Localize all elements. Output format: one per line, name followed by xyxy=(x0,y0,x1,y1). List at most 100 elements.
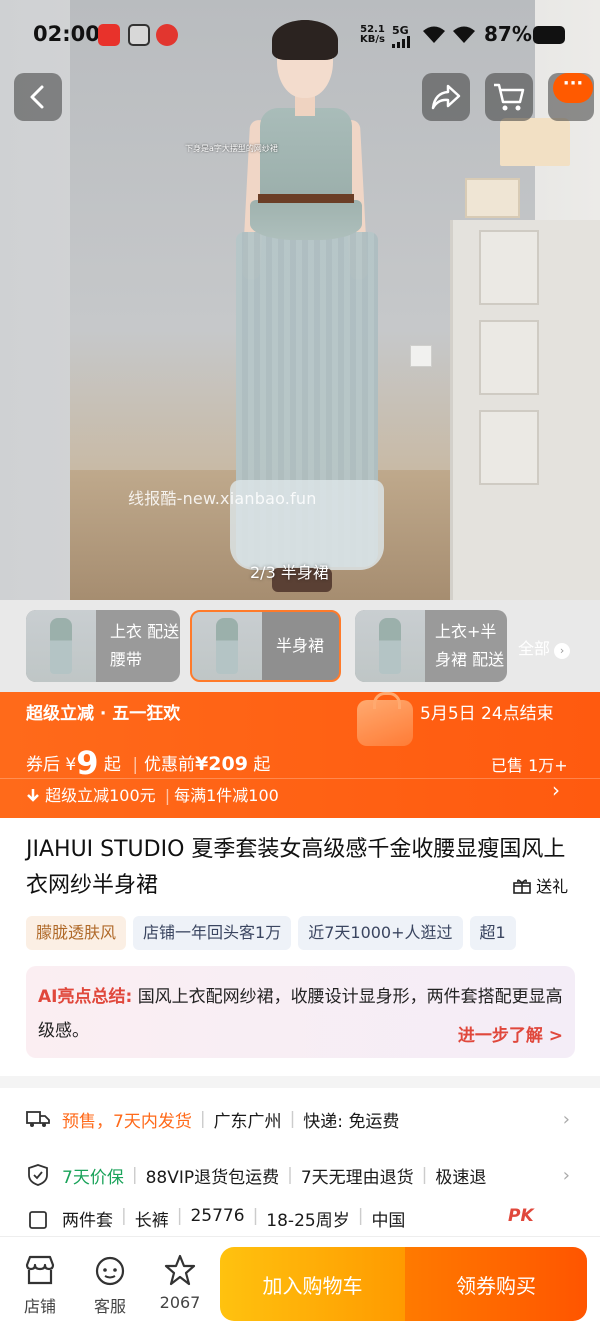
cart-icon xyxy=(494,83,525,111)
photo-caption: 下身是a字大摆型的网纱裙 xyxy=(185,144,278,153)
original-price-suffix: 起 xyxy=(253,755,271,775)
spec-row[interactable]: 两件套 | 长裤 | 25776 | 18-25周岁 | 中国 PK xyxy=(26,1206,600,1236)
variant-label-line: 腰带 xyxy=(110,650,143,669)
all-variants-label: 全部 xyxy=(518,639,551,658)
photo-drawer xyxy=(479,410,539,485)
variant-strip: 上衣 配送 腰带 半身裙 上衣+半 身裙 配送 xyxy=(0,600,600,692)
chevron-right-icon: › xyxy=(552,778,560,802)
shipping-label: 快递: xyxy=(303,1111,344,1132)
row-separator: | xyxy=(131,1165,138,1185)
variant-thumbnail xyxy=(192,612,262,680)
discount-divider: | xyxy=(164,786,171,805)
original-price-label: 优惠前 xyxy=(144,755,196,775)
presale-text: 预售，7天内发货 xyxy=(62,1111,192,1132)
gift-button[interactable]: 送礼 xyxy=(513,873,568,897)
model-belt xyxy=(258,194,354,203)
variant-thumbnail xyxy=(26,610,96,682)
photo-cabinet xyxy=(450,220,600,600)
photo-frame-picture xyxy=(465,178,520,218)
row-separator: | xyxy=(121,1206,127,1226)
product-page: 下身是a字大摆型的网纱裙 线报酷-new.xianbao.fun 2/3 半身裙… xyxy=(0,0,600,1333)
shipping-row[interactable]: 预售，7天内发货 | 广东广州 | 快递: 免运费 › xyxy=(26,1099,600,1139)
price-block: 券后 ¥9 起 | 优惠前¥209 起 xyxy=(26,744,270,782)
store-label: 店铺 xyxy=(23,1297,56,1316)
promo-event: 超级立减 · 五一狂欢 xyxy=(26,704,181,724)
chevron-right-icon: › xyxy=(554,643,571,659)
promo-divider xyxy=(0,778,600,779)
store-button[interactable]: 店铺 xyxy=(10,1247,70,1317)
buy-with-coupon-button[interactable]: 领券购买 xyxy=(405,1247,587,1321)
row-separator: | xyxy=(289,1109,296,1129)
spec-item: 两件套 xyxy=(62,1211,113,1231)
discount-line: 超级立减100元 | 每满1件减100 xyxy=(26,782,279,806)
favorite-button[interactable]: 2067 xyxy=(150,1247,210,1312)
chevron-right-icon: › xyxy=(562,1164,570,1186)
notification-app-icon xyxy=(128,24,150,46)
ai-summary-card[interactable]: AI亮点总结: 国风上衣配网纱裙，收腰设计显身形，两件套搭配更显高级感。 进一步… xyxy=(26,966,575,1058)
pk-badge[interactable]: PK xyxy=(508,1206,534,1226)
promo-banner[interactable]: 超级立减 · 五一狂欢 5月5日 24点结束 券后 ¥9 起 | 优惠前¥209 … xyxy=(0,692,600,818)
variant-option-skirt[interactable]: 半身裙 xyxy=(190,610,341,682)
status-bar: 02:00 52.1 KB/s 5G 87% xyxy=(0,0,600,70)
price-divider: | xyxy=(132,755,139,775)
row-separator: | xyxy=(421,1165,428,1185)
add-to-cart-button[interactable]: 加入购物车 xyxy=(220,1247,405,1321)
original-price: ¥209 xyxy=(195,753,248,775)
service-chat-icon xyxy=(95,1256,125,1286)
model-figure xyxy=(230,20,384,600)
spec-item: 中国 xyxy=(371,1211,406,1231)
bottom-action-bar: 店铺 客服 2067 加入购物车 领券购买 xyxy=(0,1236,600,1333)
spec-item: 25776 xyxy=(190,1206,245,1226)
sold-count: 已售 1万+ xyxy=(491,756,568,775)
battery-icon xyxy=(533,26,565,44)
tag-item[interactable]: 朦胧透肤风 xyxy=(26,916,127,950)
battery-percent: 87% xyxy=(484,22,532,46)
row-separator: | xyxy=(199,1109,206,1129)
arrow-down-icon xyxy=(27,789,39,802)
product-title: JIAHUI STUDIO 夏季套装女高级感千金收腰显瘦国风上衣网纱半身裙 xyxy=(26,837,566,898)
image-counter: 2/3 半身裙 xyxy=(250,563,329,582)
share-button[interactable] xyxy=(422,73,470,121)
more-icon[interactable]: ··· xyxy=(553,73,593,103)
guarantee-item: 极速退 xyxy=(435,1167,487,1188)
variant-label: 半身裙 xyxy=(262,632,324,660)
back-button[interactable] xyxy=(14,73,62,121)
star-icon xyxy=(164,1254,196,1286)
guarantee-item: 7天无理由退货 xyxy=(300,1167,414,1188)
service-label: 客服 xyxy=(93,1297,126,1316)
spec-item: 18-25周岁 xyxy=(266,1211,350,1231)
guarantee-row[interactable]: 7天价保 | 88VIP退货包运费 | 7天无理由退货 | 极速退 › xyxy=(26,1155,600,1195)
tag-icon xyxy=(29,1211,47,1229)
customer-service-button[interactable]: 客服 xyxy=(80,1247,140,1317)
tag-item[interactable]: 近7天1000+人逛过 xyxy=(298,916,463,950)
variant-label-line: 半身裙 xyxy=(276,636,325,655)
network-speed-unit: KB/s xyxy=(360,34,385,45)
cart-button[interactable] xyxy=(485,73,533,121)
notification-app-icon xyxy=(98,24,120,46)
gift-icon xyxy=(513,879,531,894)
row-separator: | xyxy=(176,1206,183,1226)
variant-label: 上衣+半 身裙 配送 xyxy=(425,618,504,674)
learn-more-link[interactable]: 进一步了解 > xyxy=(458,1021,563,1046)
photo-drawer xyxy=(479,230,539,305)
chevron-right-icon: › xyxy=(562,1108,570,1130)
cell-signal-icon xyxy=(392,36,410,48)
status-time: 02:00 xyxy=(33,22,100,46)
variant-option-top-belt[interactable]: 上衣 配送 腰带 xyxy=(26,610,180,682)
tag-item[interactable]: 店铺一年回头客1万 xyxy=(133,916,292,950)
row-separator: | xyxy=(287,1165,293,1185)
share-icon xyxy=(431,84,461,110)
notification-app-icon xyxy=(156,24,178,46)
photo-lamp xyxy=(500,118,570,166)
ship-from: 广东广州 xyxy=(213,1111,282,1132)
wifi-icon xyxy=(453,26,475,43)
shipping-fee: 免运费 xyxy=(348,1111,400,1132)
watermark: 线报酷-new.xianbao.fun xyxy=(128,489,317,508)
store-icon xyxy=(25,1255,55,1285)
variant-option-set[interactable]: 上衣+半 身裙 配送 xyxy=(355,610,507,682)
all-variants-button[interactable]: 全部 › xyxy=(518,635,571,659)
variant-label-line: 上衣 配送 xyxy=(110,622,180,641)
shopping-bag-icon xyxy=(357,692,413,746)
guarantee-item: 88VIP退货包运费 xyxy=(145,1167,280,1188)
tag-item[interactable]: 超1 xyxy=(469,916,516,950)
